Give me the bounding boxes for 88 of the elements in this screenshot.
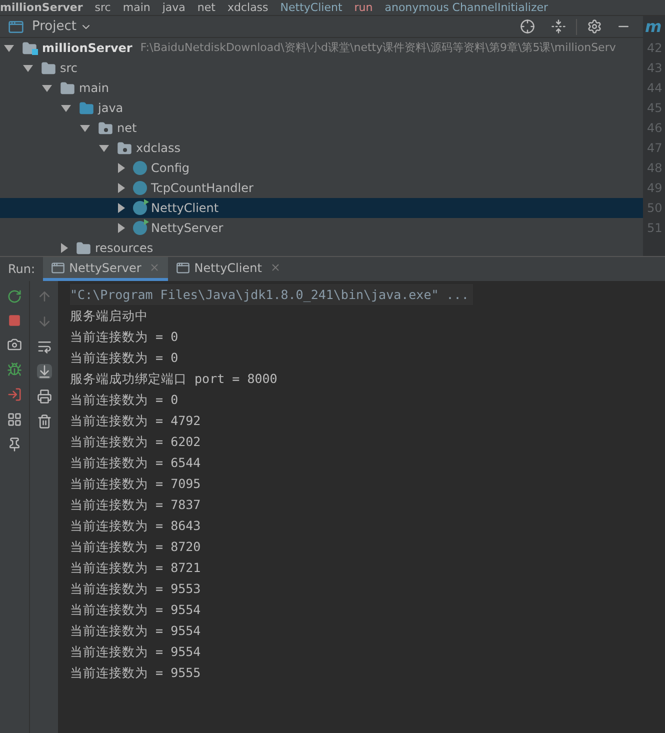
tree-item-label: resources	[95, 240, 154, 256]
console-output-line: 当前连接数为 = 8721	[70, 559, 202, 577]
bug-icon[interactable]	[7, 362, 22, 377]
tree-row[interactable]: NettyClient	[0, 198, 643, 218]
expanded-arrow-icon[interactable]	[61, 104, 71, 112]
console-output-line: 当前连接数为 = 7837	[70, 496, 202, 514]
breadcrumb-item[interactable]: src	[94, 0, 111, 14]
trash-icon[interactable]	[36, 414, 52, 429]
tree-item-label: Config	[151, 160, 190, 177]
scroll-to-end-icon[interactable]	[36, 364, 52, 379]
module-path: F:\BaiduNetdiskDownload\资料\小d课堂\netty课件资料\源码等资料\第9章\第5课\millionServ	[140, 40, 616, 56]
tree-item-label: xdclass	[136, 140, 181, 157]
console-output-line: 当前连接数为 = 9554	[70, 601, 202, 619]
tree-item-label: main	[79, 80, 109, 97]
pin-icon[interactable]	[7, 437, 22, 452]
breadcrumb-item[interactable]: NettyClient	[280, 0, 342, 14]
tree-row[interactable]: src	[0, 58, 643, 78]
project-view-dropdown[interactable]: Project	[32, 16, 76, 36]
close-icon[interactable]	[270, 262, 281, 273]
expanded-arrow-icon[interactable]	[80, 124, 90, 132]
breadcrumb-item[interactable]: main	[122, 0, 150, 14]
console-output-line: 当前连接数为 = 9555	[70, 664, 202, 682]
console-output-line: 当前连接数为 = 4792	[70, 412, 202, 430]
camera-icon[interactable]	[7, 337, 22, 352]
console-output-line: 当前连接数为 = 0	[70, 328, 180, 346]
class-icon	[133, 161, 147, 175]
breadcrumb-item[interactable]: run	[354, 0, 373, 14]
locate-icon[interactable]	[520, 19, 535, 34]
expanded-arrow-icon[interactable]	[23, 64, 33, 72]
breadcrumb-item[interactable]: anonymous ChannelInitializer	[384, 0, 548, 14]
tree-item-label: NettyClient	[151, 200, 219, 217]
rerun-icon[interactable]	[7, 289, 22, 304]
console-output-line: 当前连接数为 = 0	[70, 349, 180, 367]
console-output-line: 当前连接数为 = 6202	[70, 433, 202, 451]
soft-wrap-icon[interactable]	[36, 339, 52, 354]
folder-icon	[76, 240, 91, 256]
folder-icon	[60, 80, 75, 96]
expanded-arrow-icon[interactable]	[4, 44, 14, 52]
editor-tab-letter: m	[645, 16, 662, 38]
console-output-line: 当前连接数为 = 7095	[70, 475, 202, 493]
tree-row[interactable]: xdclass	[0, 138, 643, 158]
console-output-line: 服务端启动中	[70, 307, 149, 325]
layout-icon[interactable]	[7, 412, 22, 427]
run-tab[interactable]: NettyServer	[43, 257, 168, 281]
tree-item-label: millionServer	[42, 40, 132, 57]
breadcrumb-item[interactable]: millionServer	[0, 0, 83, 14]
tree-row[interactable]: main	[0, 78, 643, 98]
console-output-line: 当前连接数为 = 9554	[70, 643, 202, 661]
class-icon	[133, 181, 147, 195]
tree-row[interactable]: net	[0, 118, 643, 138]
console-output-line: 当前连接数为 = 8720	[70, 538, 202, 556]
package-icon	[98, 120, 113, 136]
expanded-arrow-icon[interactable]	[42, 84, 52, 92]
tree-row[interactable]: millionServer F:\BaiduNetdiskDownload\资料\小d课堂\netty课件资料\源码等资料\第9章\第5课\millionServ	[0, 38, 643, 58]
tree-item-label: net	[117, 120, 137, 137]
tree-item-label: NettyServer	[151, 220, 224, 237]
tree-item-label: java	[98, 100, 124, 117]
console-output-line: 当前连接数为 = 0	[70, 391, 180, 409]
console-output-line: 当前连接数为 = 8643	[70, 517, 202, 535]
run-tab[interactable]: NettyClient	[168, 257, 289, 281]
folder-icon	[79, 100, 94, 116]
runnable-class-icon	[133, 221, 147, 235]
stop-icon[interactable]	[8, 314, 21, 327]
collapse-icon[interactable]	[551, 19, 566, 34]
run-window-icon	[51, 260, 66, 274]
module-folder-icon	[22, 41, 38, 55]
tree-row[interactable]: NettyServer	[0, 218, 643, 238]
tree-item-label: src	[60, 60, 78, 77]
exit-icon[interactable]	[7, 387, 22, 402]
expanded-arrow-icon[interactable]	[99, 144, 109, 152]
run-label: Run:	[7, 261, 36, 278]
breadcrumb-item[interactable]: xdclass	[227, 0, 268, 14]
console-output-line: 服务端成功绑定端口 port = 8000	[70, 370, 278, 388]
tree-row[interactable]: Config	[0, 158, 643, 178]
console-output-line: 当前连接数为 = 9554	[70, 622, 202, 640]
settings-icon[interactable]	[587, 19, 602, 34]
project-window-icon	[8, 18, 24, 34]
runnable-class-icon	[133, 201, 147, 215]
folder-icon	[41, 60, 56, 76]
breadcrumb-item[interactable]: net	[197, 0, 216, 14]
print-icon[interactable]	[36, 389, 52, 404]
tree-item-label: TcpCountHandler	[151, 180, 254, 197]
package-icon	[117, 140, 132, 156]
breadcrumb-item[interactable]: java	[162, 0, 186, 14]
run-window-icon	[176, 260, 190, 274]
tree-row[interactable]: java	[0, 98, 643, 118]
console-output-line: 当前连接数为 = 6544	[70, 454, 202, 472]
console-output-line: 当前连接数为 = 9553	[70, 580, 202, 598]
